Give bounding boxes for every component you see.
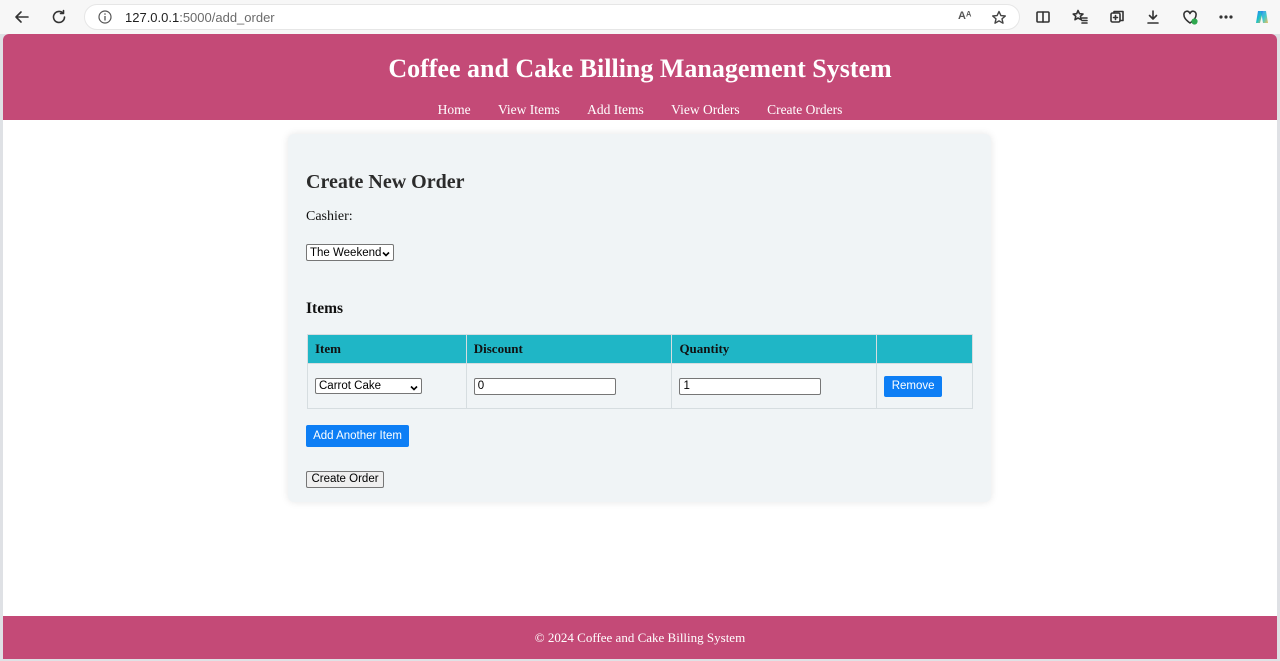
site-title: Coffee and Cake Billing Management Syste… — [388, 54, 892, 83]
nav-view-items-link[interactable]: View Items — [498, 102, 560, 117]
url-host: 127.0.0.1 — [125, 10, 180, 25]
table-row: Carrot Cake 0 1 Remove — [307, 363, 973, 409]
nav-add-items-link[interactable]: Add Items — [587, 102, 644, 117]
remove-item-button[interactable]: Remove — [884, 375, 943, 397]
order-form-card: Create New Order Cashier: The Weekend It… — [288, 134, 991, 502]
url-text[interactable]: 127.0.0.1:5000/add_order — [125, 10, 275, 25]
download-icon[interactable] — [1142, 6, 1164, 28]
column-header-item: Item — [307, 334, 467, 364]
back-arrow-icon[interactable] — [11, 6, 33, 28]
browser-toolbar: 127.0.0.1:5000/add_order Aᴬ — [0, 0, 1280, 34]
browser-essentials-icon[interactable] — [1179, 6, 1201, 28]
column-header-discount: Discount — [465, 334, 673, 364]
cashier-selected-value: The Weekend — [310, 246, 382, 259]
page-title: Create New Order — [306, 171, 465, 193]
items-heading: Items — [306, 300, 344, 317]
chevron-down-icon — [410, 382, 418, 391]
items-table: Item Discount Quantity Carrot Cake 0 1 R… — [307, 334, 973, 409]
copilot-icon[interactable] — [1251, 6, 1273, 28]
nav-home-link[interactable]: Home — [438, 102, 471, 117]
cashier-label: Cashier: — [306, 209, 353, 224]
favorites-icon[interactable] — [1069, 6, 1091, 28]
item-selected-value: Carrot Cake — [319, 380, 381, 392]
refresh-icon[interactable] — [48, 6, 70, 28]
chevron-down-icon — [382, 249, 390, 257]
site-info-icon[interactable] — [98, 10, 112, 24]
address-bar[interactable]: 127.0.0.1:5000/add_order Aᴬ — [84, 4, 1020, 30]
add-another-item-button[interactable]: Add Another Item — [306, 425, 409, 447]
site-header: Coffee and Cake Billing Management Syste… — [3, 34, 1277, 120]
favorite-star-icon[interactable] — [991, 10, 1007, 26]
collections-icon[interactable] — [1106, 6, 1128, 28]
item-select[interactable]: Carrot Cake — [315, 378, 422, 394]
main-nav: Home View Items Add Items View Orders Cr… — [3, 102, 1277, 118]
column-header-actions — [876, 334, 973, 364]
site-footer: © 2024 Coffee and Cake Billing System — [3, 616, 1277, 659]
actions-cell: Remove — [876, 363, 973, 409]
split-screen-icon[interactable] — [1032, 6, 1054, 28]
discount-cell: 0 — [465, 363, 673, 409]
create-order-button[interactable]: Create Order — [306, 471, 384, 488]
item-cell: Carrot Cake — [307, 363, 467, 409]
url-path: :5000/add_order — [179, 10, 275, 25]
column-header-quantity: Quantity — [671, 334, 878, 364]
cashier-select[interactable]: The Weekend — [306, 244, 394, 261]
table-header-row: Item Discount Quantity — [307, 334, 973, 364]
quantity-cell: 1 — [671, 363, 878, 409]
nav-view-orders-link[interactable]: View Orders — [671, 102, 740, 117]
nav-create-orders-link[interactable]: Create Orders — [767, 102, 842, 117]
page-viewport: Coffee and Cake Billing Management Syste… — [3, 34, 1277, 659]
quantity-input[interactable]: 1 — [679, 377, 822, 395]
read-aloud-icon[interactable]: Aᴬ — [958, 10, 974, 26]
more-menu-icon[interactable] — [1215, 6, 1237, 28]
discount-input[interactable]: 0 — [473, 377, 616, 395]
